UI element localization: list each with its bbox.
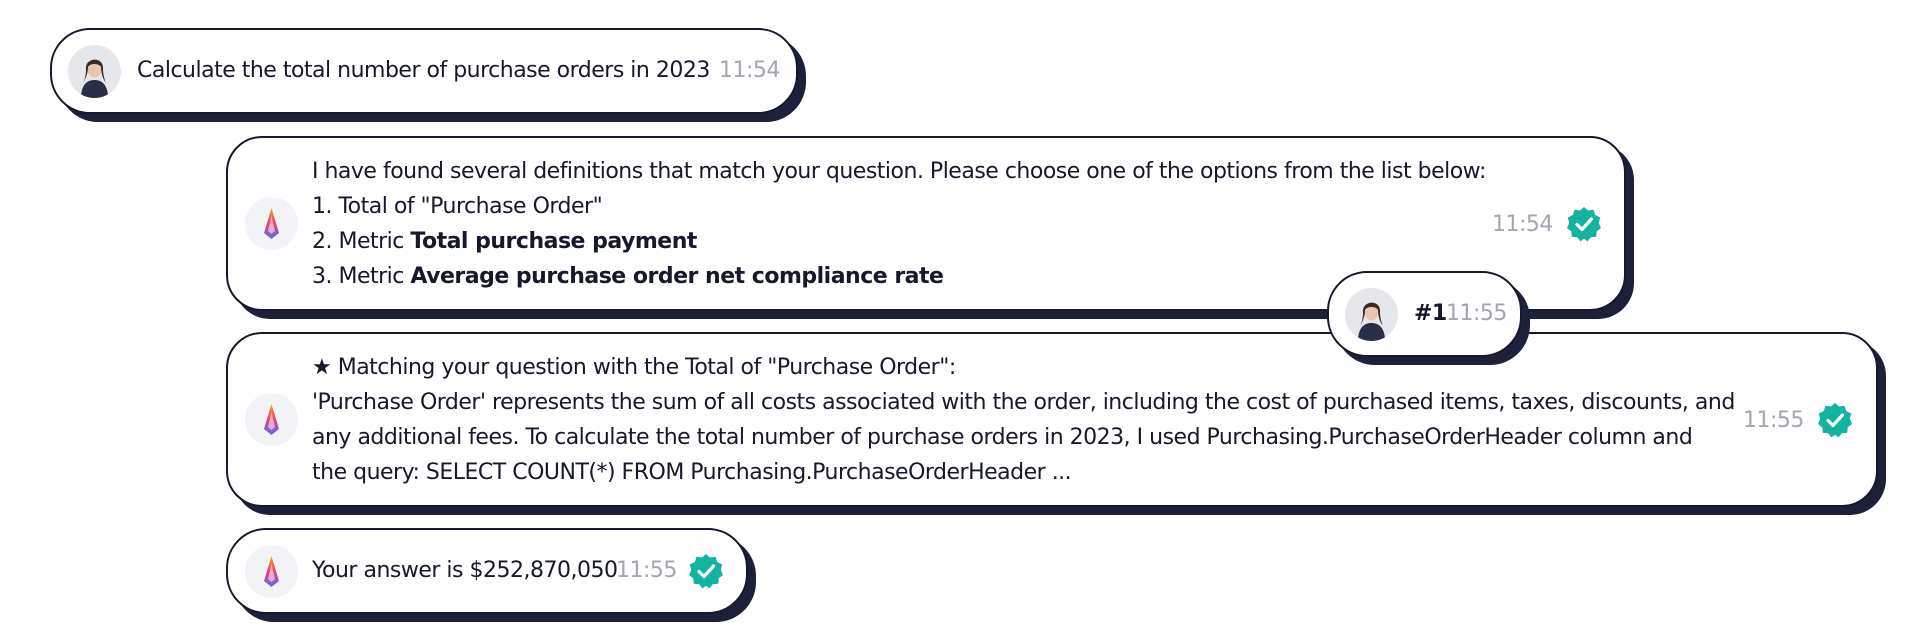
option-label: 2. Metric — [312, 229, 411, 254]
message-timestamp: 11:55 — [1743, 408, 1804, 433]
verified-check-icon — [1818, 403, 1852, 438]
user-choice-text: #1 — [1414, 301, 1447, 326]
bot-answer-bubble: Your answer is $252,870,050 11:55 — [226, 528, 748, 614]
message-timestamp: 11:54 — [719, 58, 780, 83]
bot-avatar — [245, 393, 298, 446]
verified-check-icon — [689, 554, 723, 589]
option-item-2[interactable]: 2. Metric Total purchase payment — [312, 224, 697, 259]
bot-avatar — [245, 197, 298, 250]
bot-options-intro: I have found several definitions that ma… — [312, 159, 1486, 184]
option-label: 1. Total of "Purchase Order" — [312, 194, 603, 219]
explanation-line: any additional fees. To calculate the to… — [312, 425, 1693, 450]
user-avatar — [1345, 288, 1398, 341]
option-metric-name: Average purchase order net compliance ra… — [410, 264, 944, 289]
message-timestamp: 11:55 — [616, 558, 677, 583]
user-message-text: Calculate the total number of purchase o… — [137, 58, 710, 83]
user-avatar — [68, 45, 121, 98]
explanation-line: the query: SELECT COUNT(*) FROM Purchasi… — [312, 460, 1072, 485]
explanation-heading: ★ Matching your question with the Total … — [312, 355, 956, 380]
explanation-line: 'Purchase Order' represents the sum of a… — [312, 390, 1735, 415]
bot-avatar — [245, 545, 298, 598]
verified-check-icon — [1567, 207, 1601, 242]
message-timestamp: 11:54 — [1492, 212, 1553, 237]
bot-explanation-bubble: ★ Matching your question with the Total … — [226, 332, 1878, 507]
option-metric-name: Total purchase payment — [410, 229, 697, 254]
message-timestamp: 11:55 — [1446, 301, 1507, 326]
user-message-bubble: Calculate the total number of purchase o… — [50, 28, 798, 114]
bot-answer-text: Your answer is $252,870,050 — [312, 558, 618, 583]
option-item-1[interactable]: 1. Total of "Purchase Order" — [312, 189, 603, 224]
user-choice-bubble: #1 11:55 — [1327, 271, 1522, 357]
option-label: 3. Metric — [312, 264, 411, 289]
option-item-3[interactable]: 3. Metric Average purchase order net com… — [312, 259, 944, 294]
